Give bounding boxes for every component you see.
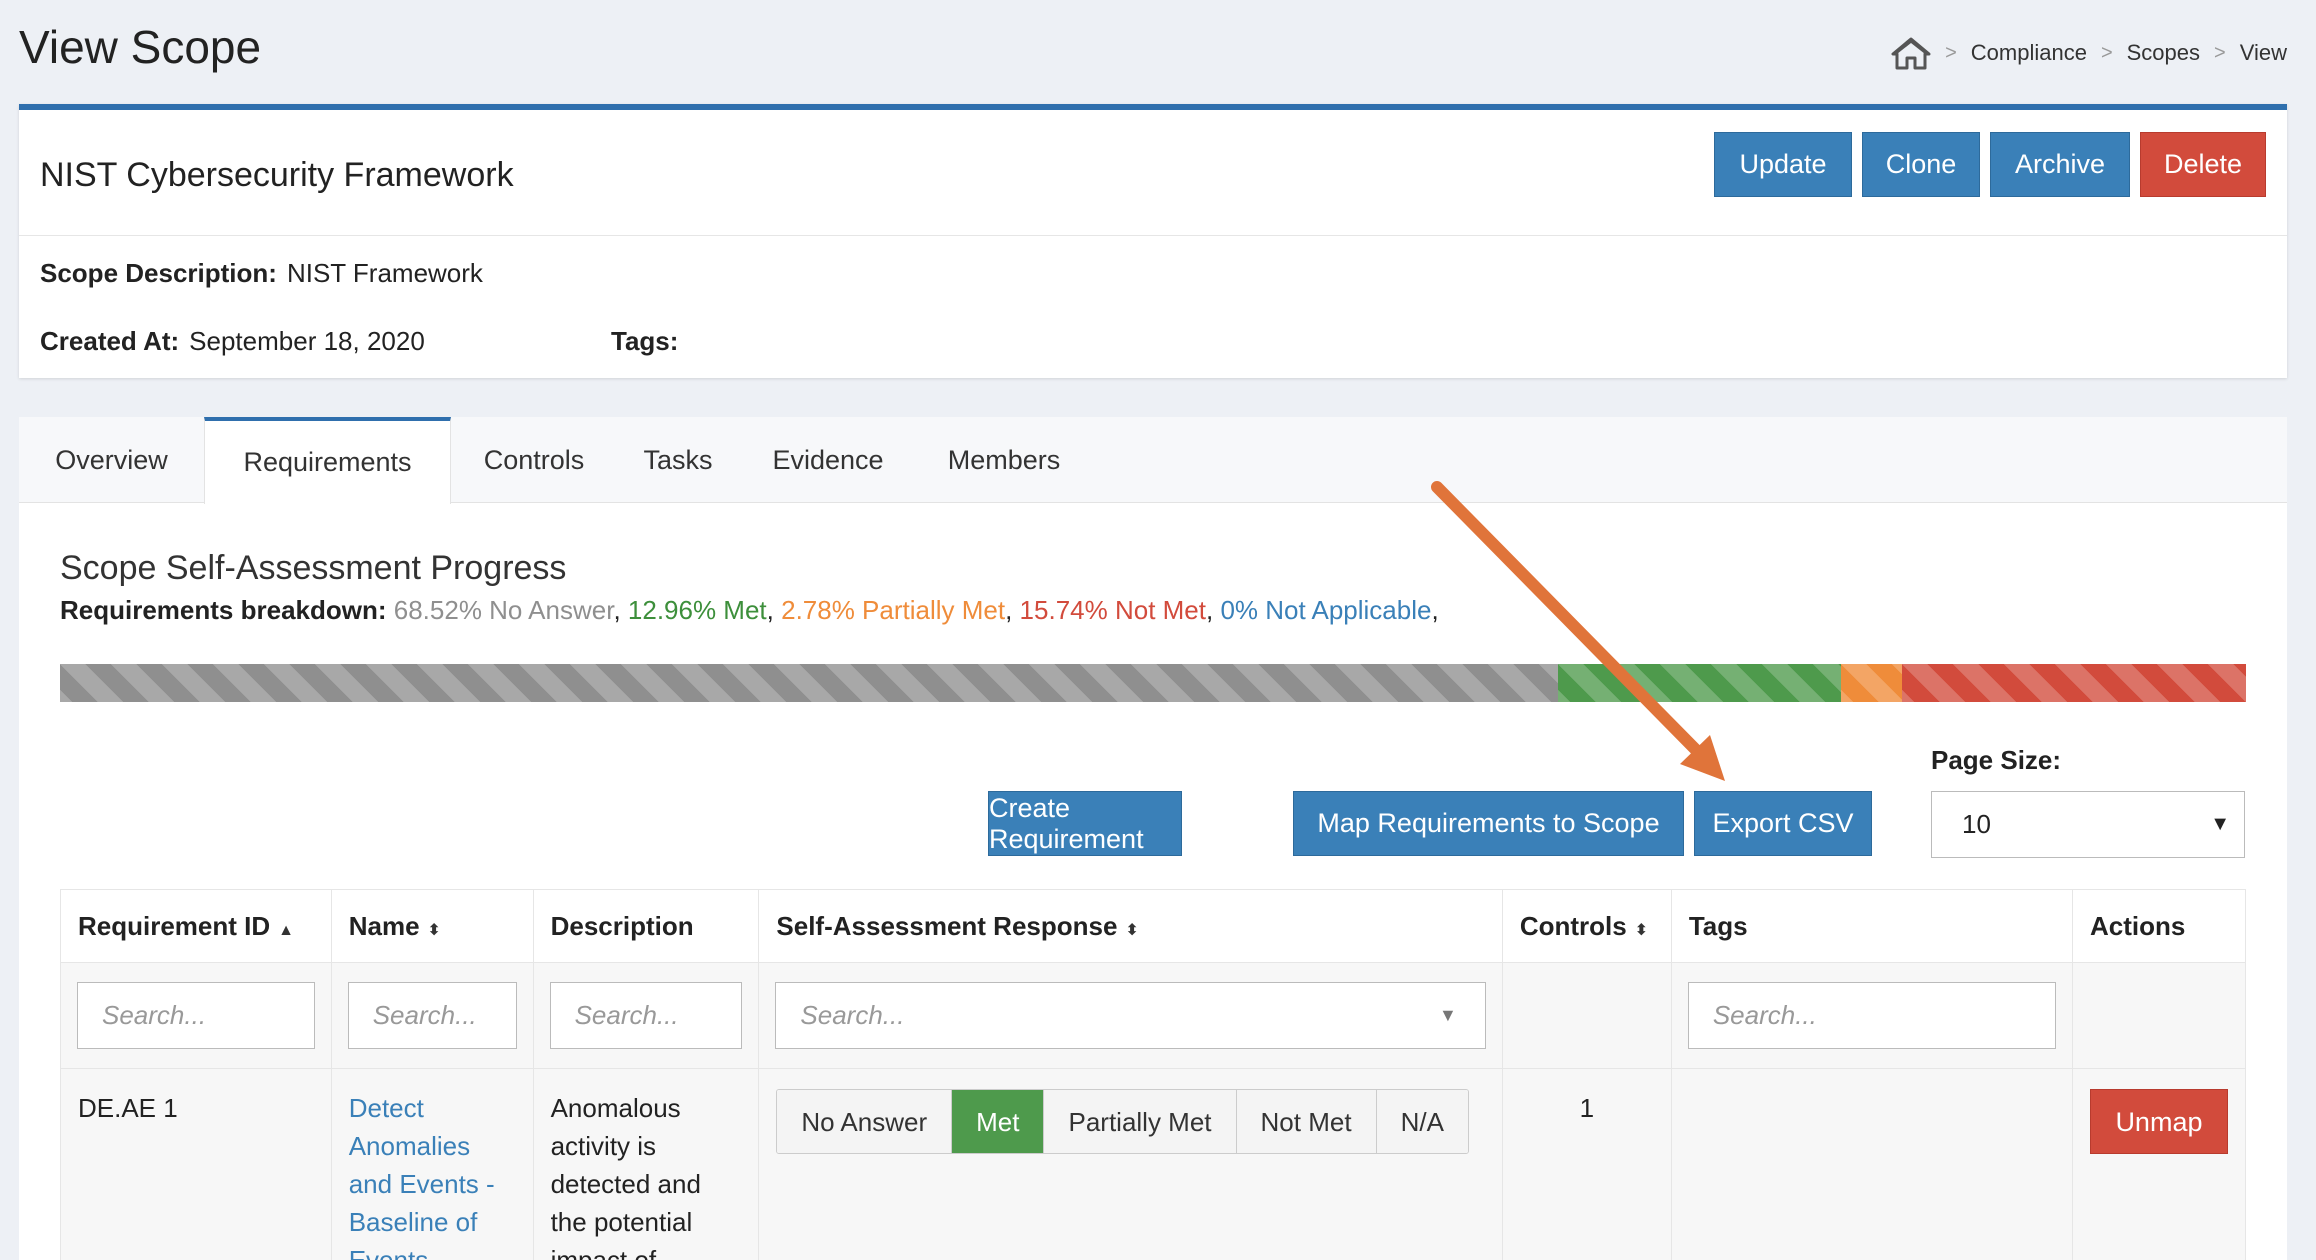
progress-segment-2 [1841, 664, 1902, 702]
archive-button[interactable]: Archive [1990, 132, 2130, 197]
main-panel: Overview Requirements Controls Tasks Evi… [19, 417, 2287, 1260]
response-search-placeholder: Search... [800, 1000, 905, 1030]
update-button[interactable]: Update [1714, 132, 1852, 197]
progress-segment-3 [1901, 664, 2246, 702]
scope-description-value: NIST Framework [286, 258, 483, 288]
scope-tags: Tags: [611, 326, 688, 357]
scope-actions: Update Clone Archive Delete [1714, 132, 2266, 197]
requirements-table: Requirement ID ▲ Name ⬍ Description Self-A… [60, 889, 2247, 1260]
unmap-button[interactable]: Unmap [2089, 1089, 2228, 1154]
breadcrumb-view: View [2239, 40, 2287, 65]
scope-created: Created At: September 18, 2020 [40, 326, 425, 357]
clone-button[interactable]: Clone [1862, 132, 1980, 197]
scope-card: NIST Cybersecurity Framework Update Clon… [19, 104, 2287, 378]
breadcrumb-separator: > [2100, 41, 2113, 64]
column-header-name[interactable]: Name ⬍ [330, 889, 534, 963]
breakdown-no-answer: 68.52% No Answer [393, 595, 614, 625]
scope-tags-label: Tags: [611, 326, 679, 356]
scope-card-header: NIST Cybersecurity Framework Update Clon… [19, 110, 2287, 236]
scope-created-value: September 18, 2020 [189, 326, 425, 356]
column-header-tags: Tags [1670, 889, 2073, 963]
page-size-label: Page Size: [1931, 745, 2062, 775]
requirement-id-search-input[interactable]: Search... [77, 982, 315, 1049]
tab-bar: Overview Requirements Controls Tasks Evi… [19, 417, 2287, 504]
breakdown-label: Requirements breakdown: [60, 595, 387, 625]
progress-segment-0 [60, 664, 1558, 702]
column-header-actions: Actions [2071, 889, 2247, 963]
filter-row: Search... Search... Search... Search... … [60, 962, 2247, 1069]
breadcrumb-scopes[interactable]: Scopes [2127, 40, 2200, 66]
breakdown-partially-met: 2.78% Partially Met [781, 595, 1006, 625]
sort-asc-icon: ▲ [278, 921, 294, 939]
progress-bar [60, 664, 2246, 702]
breakdown-met: 12.96% Met [627, 595, 767, 625]
column-header-self-assessment[interactable]: Self-Assessment Response ⬍ [758, 889, 1503, 963]
map-requirements-button[interactable]: Map Requirements to Scope [1293, 791, 1684, 856]
sort-icon: ⬍ [1125, 921, 1139, 939]
actions-filter-empty [2071, 962, 2247, 1069]
sort-icon: ⬍ [427, 921, 441, 939]
tags-search-input[interactable]: Search... [1687, 982, 2056, 1049]
tab-overview[interactable]: Overview [19, 417, 204, 503]
breadcrumb-compliance[interactable]: Compliance [1971, 40, 2087, 66]
breadcrumb: > Compliance > Scopes > View [1891, 36, 2287, 70]
name-search-input[interactable]: Search... [347, 982, 517, 1049]
requirements-breakdown: Requirements breakdown: 68.52% No Answer… [60, 595, 1439, 625]
response-partially-met-button[interactable]: Partially Met [1044, 1090, 1237, 1153]
scope-created-label: Created At: [40, 326, 180, 356]
response-na-button[interactable]: N/A [1376, 1090, 1468, 1153]
tags-cell [1670, 1068, 2073, 1260]
chevron-down-icon: ▼ [2210, 813, 2230, 835]
scope-name: NIST Cybersecurity Framework [40, 156, 514, 194]
sort-icon: ⬍ [1634, 921, 1649, 939]
description-search-input[interactable]: Search... [549, 982, 743, 1049]
home-icon[interactable] [1891, 36, 1931, 70]
breadcrumb-separator: > [1945, 41, 1957, 64]
page-size-select[interactable]: 10 ▼ [1931, 791, 2245, 858]
controls-count-cell: 1 [1501, 1068, 1672, 1260]
column-header-controls[interactable]: Controls ⬍ [1501, 889, 1672, 963]
page-size-value: 10 [1962, 809, 1991, 839]
tab-controls[interactable]: Controls [451, 417, 617, 503]
export-csv-button[interactable]: Export CSV [1694, 791, 1872, 856]
response-met-button[interactable]: Met [952, 1090, 1045, 1153]
scope-description: Scope Description: NIST Framework [40, 258, 483, 289]
scope-description-label: Scope Description: [40, 258, 277, 288]
caret-down-icon: ▼ [1439, 1005, 1457, 1025]
requirement-name-link[interactable]: Detect Anomalies and Events - Baseline o… [349, 1093, 495, 1260]
progress-segment-1 [1557, 664, 1842, 702]
breakdown-not-met: 15.74% Not Met [1019, 595, 1206, 625]
breadcrumb-separator: > [2214, 41, 2226, 64]
requirement-description-cell: Anomalous activity is detected and the p… [532, 1068, 760, 1260]
self-assessment-response-group: No Answer Met Partially Met Not Met N/A [776, 1089, 1469, 1154]
requirement-id-cell: DE.AE 1 [60, 1068, 332, 1260]
response-search-select[interactable]: Search... ▼ [775, 982, 1486, 1049]
column-header-requirement-id[interactable]: Requirement ID ▲ [60, 889, 332, 963]
column-header-description: Description [532, 889, 760, 963]
page-title: View Scope [19, 21, 262, 73]
create-requirement-button[interactable]: Create Requirement [988, 791, 1182, 856]
tab-tasks[interactable]: Tasks [617, 417, 739, 503]
response-not-met-button[interactable]: Not Met [1236, 1090, 1377, 1153]
tab-members[interactable]: Members [917, 417, 1091, 503]
tab-requirements[interactable]: Requirements [204, 417, 451, 504]
table-header-row: Requirement ID ▲ Name ⬍ Description Self-A… [60, 889, 2247, 963]
delete-button[interactable]: Delete [2140, 132, 2266, 197]
controls-filter-empty [1501, 962, 1672, 1069]
table-row: DE.AE 1 Detect Anomalies and Events - Ba… [60, 1068, 2247, 1260]
response-no-answer-button[interactable]: No Answer [777, 1090, 953, 1153]
progress-title: Scope Self-Assessment Progress [60, 549, 567, 587]
tab-evidence[interactable]: Evidence [739, 417, 917, 503]
breakdown-not-applicable: 0% Not Applicable [1220, 595, 1432, 625]
